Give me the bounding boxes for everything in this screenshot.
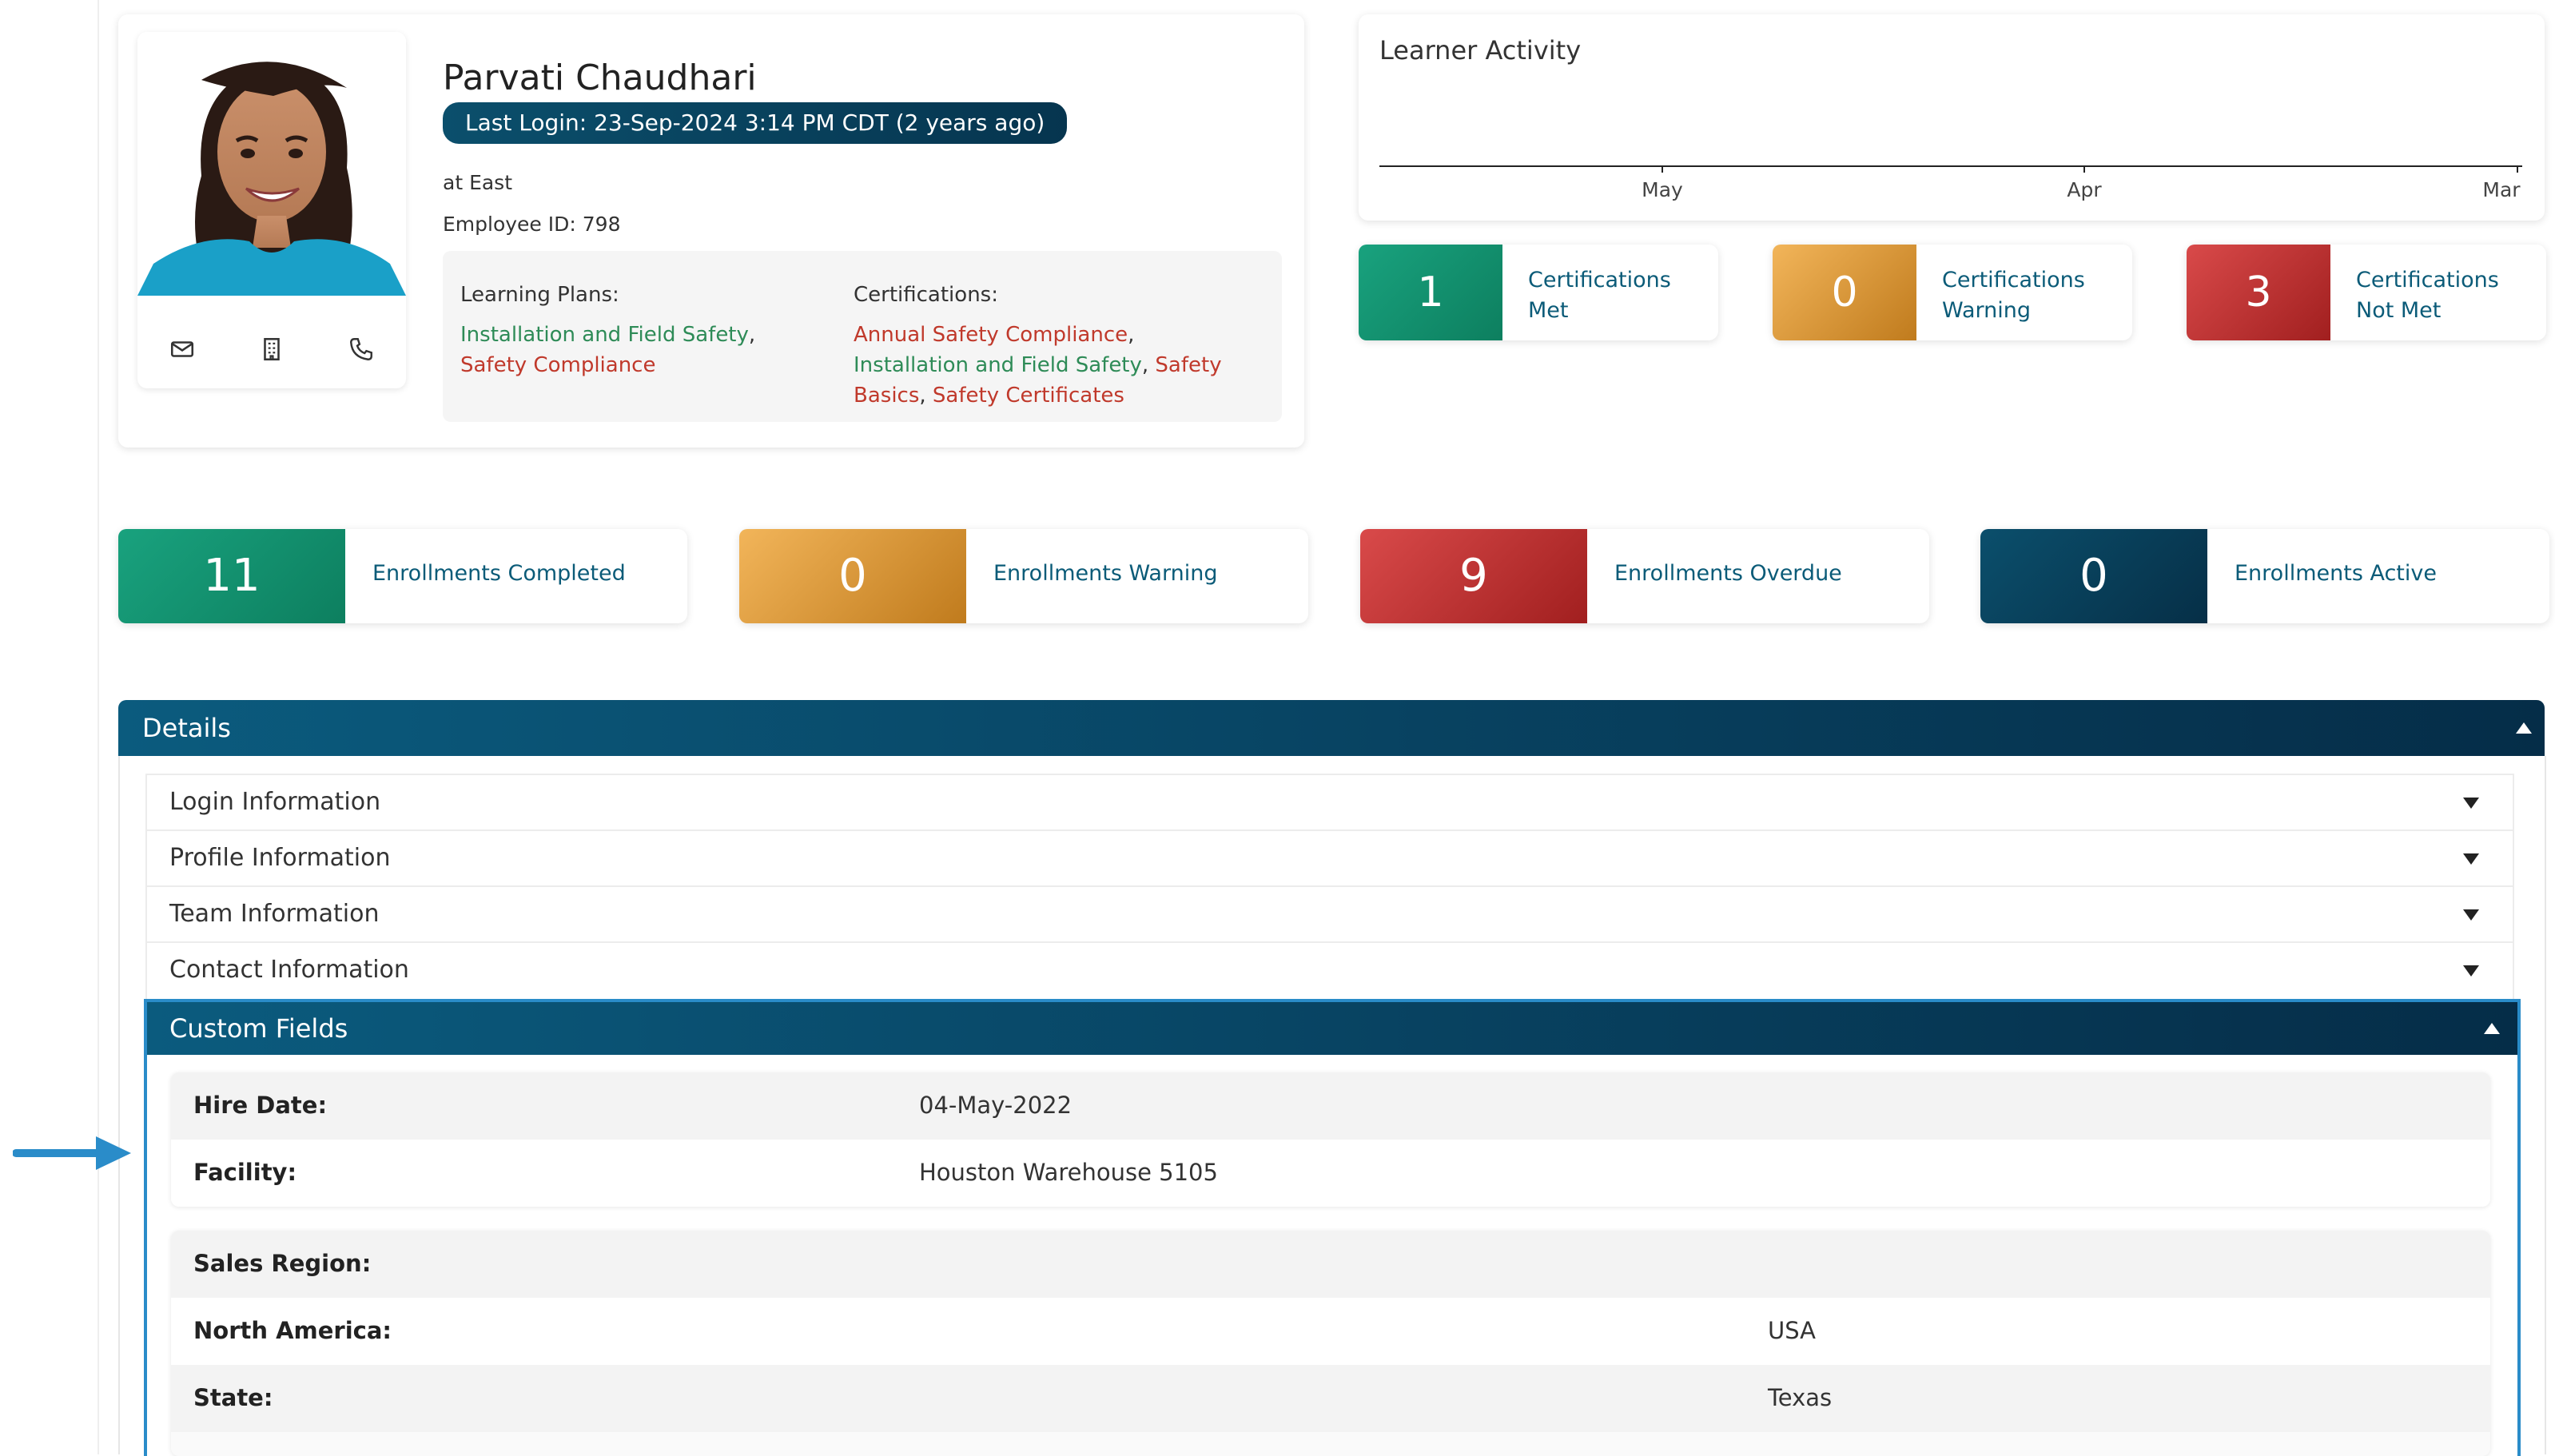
certifications-met-label: Certifications Met [1528, 268, 1671, 323]
custom-field-label: North America: [193, 1317, 392, 1344]
certifications-warning-label: Certifications Warning [1942, 268, 2085, 323]
collapse-details-icon[interactable] [2516, 722, 2532, 734]
axis-tick-label: May [1642, 178, 1683, 201]
user-location: at East [443, 171, 513, 194]
custom-field-row: Facility: Houston Warehouse 5105 [171, 1140, 2490, 1207]
axis-tick-label: Mar [2482, 178, 2521, 201]
enrollments-completed-count: 11 [118, 529, 345, 623]
accordion-label: Team Information [169, 900, 380, 928]
user-name: Parvati Chaudhari [443, 58, 757, 98]
employee-id: Employee ID: 798 [443, 213, 621, 236]
enrollments-warning-label: Enrollments Warning [993, 561, 1218, 586]
accordion-profile-information[interactable]: Profile Information [145, 829, 2514, 889]
certifications-met-count: 1 [1359, 245, 1502, 340]
chevron-down-icon[interactable] [2463, 853, 2479, 865]
details-title: Details [142, 713, 231, 743]
certifications: Certifications: Annual Safety Compliance… [854, 280, 1253, 411]
enrollments-active-count: 0 [1980, 529, 2207, 623]
certification-link[interactable]: Safety Certificates [933, 384, 1124, 408]
custom-field-group-title: Sales Region: [193, 1250, 372, 1277]
custom-field-row: North America: USA [171, 1298, 2490, 1365]
plans-and-certifications: Learning Plans: Installation and Field S… [443, 251, 1282, 422]
enrollments-overdue-label: Enrollments Overdue [1614, 561, 1842, 586]
accordion-label: Contact Information [169, 956, 409, 984]
chevron-down-icon[interactable] [2463, 965, 2479, 977]
certifications-not-met-count: 3 [2187, 245, 2330, 340]
custom-field-label: Hire Date: [193, 1092, 328, 1119]
custom-fields-group-hire: Hire Date: 04-May-2022 Facility: Houston… [171, 1072, 2490, 1207]
learning-plans: Learning Plans: Installation and Field S… [460, 280, 828, 380]
accordion-login-information[interactable]: Login Information [145, 774, 2514, 833]
certifications-label: Certifications: [854, 283, 998, 307]
photo-card [137, 32, 406, 388]
enrollments-completed-card[interactable]: 11 Enrollments Completed [118, 529, 687, 623]
sidebar-strip [0, 0, 99, 1454]
profile-card: Parvati Chaudhari Last Login: 23-Sep-202… [118, 14, 1304, 448]
chevron-down-icon[interactable] [2463, 909, 2479, 921]
custom-field-value: Houston Warehouse 5105 [919, 1159, 1218, 1186]
axis-tick-label: Apr [2067, 178, 2102, 201]
profile-photo [137, 32, 406, 296]
learning-plan-link[interactable]: Safety Compliance [460, 353, 655, 377]
enrollments-overdue-count: 9 [1360, 529, 1587, 623]
accordion-team-information[interactable]: Team Information [145, 885, 2514, 945]
certification-link[interactable]: Installation and Field Safety [854, 353, 1142, 377]
certifications-not-met-label: Certifications Not Met [2356, 268, 2499, 323]
custom-field-value: 04-May-2022 [919, 1092, 1073, 1119]
custom-fields-panel: Custom Fields Hire Date: 04-May-2022 Fac… [144, 999, 2521, 1456]
custom-fields-title: Custom Fields [169, 1013, 348, 1044]
annotation-arrow-icon [13, 1136, 131, 1170]
details-header[interactable]: Details [118, 700, 2545, 756]
custom-field-label: State: [193, 1384, 273, 1411]
accordion-label: Profile Information [169, 844, 391, 872]
last-login-badge: Last Login: 23-Sep-2024 3:14 PM CDT (2 y… [443, 102, 1068, 144]
custom-field-label: Facility: [193, 1159, 297, 1186]
accordion-label: Login Information [169, 788, 381, 816]
chevron-down-icon[interactable] [2463, 798, 2479, 809]
collapse-custom-fields-icon[interactable] [2484, 1023, 2500, 1034]
enrollments-active-card[interactable]: 0 Enrollments Active [1980, 529, 2549, 623]
envelope-icon[interactable] [169, 336, 196, 363]
building-icon[interactable] [258, 336, 285, 363]
learner-activity-card: Learner Activity May Apr Mar [1359, 14, 2545, 221]
enrollments-warning-card[interactable]: 0 Enrollments Warning [739, 529, 1308, 623]
custom-fields-group-sales-region: Sales Region: North America: USA State: … [171, 1231, 2490, 1456]
phone-icon[interactable] [348, 336, 375, 363]
enrollments-overdue-card[interactable]: 9 Enrollments Overdue [1360, 529, 1929, 623]
custom-fields-header[interactable]: Custom Fields [147, 1002, 2517, 1055]
certifications-warning-count: 0 [1773, 245, 1916, 340]
enrollments-warning-count: 0 [739, 529, 966, 623]
learning-plan-link[interactable]: Installation and Field Safety [460, 323, 749, 347]
learning-plans-label: Learning Plans: [460, 283, 619, 307]
contact-icons [137, 336, 406, 363]
custom-field-row: State: Texas [171, 1365, 2490, 1432]
enrollments-active-label: Enrollments Active [2235, 561, 2437, 586]
custom-field-row: Hire Date: 04-May-2022 [171, 1072, 2490, 1140]
certifications-not-met-card[interactable]: 3 Certifications Not Met [2187, 245, 2546, 340]
certifications-met-card[interactable]: 1 Certifications Met [1359, 245, 1718, 340]
enrollments-completed-label: Enrollments Completed [372, 561, 626, 586]
certification-link[interactable]: Annual Safety Compliance [854, 323, 1128, 347]
custom-field-value: Texas [1768, 1384, 1833, 1411]
details-body: Login Information Profile Information Te… [118, 756, 2546, 1456]
custom-field-row: Sales Region: [171, 1231, 2490, 1298]
activity-timeline: May Apr Mar [1379, 165, 2522, 201]
accordion-contact-information[interactable]: Contact Information [145, 941, 2514, 1001]
certifications-warning-card[interactable]: 0 Certifications Warning [1773, 245, 2132, 340]
custom-field-value: USA [1768, 1317, 1817, 1344]
